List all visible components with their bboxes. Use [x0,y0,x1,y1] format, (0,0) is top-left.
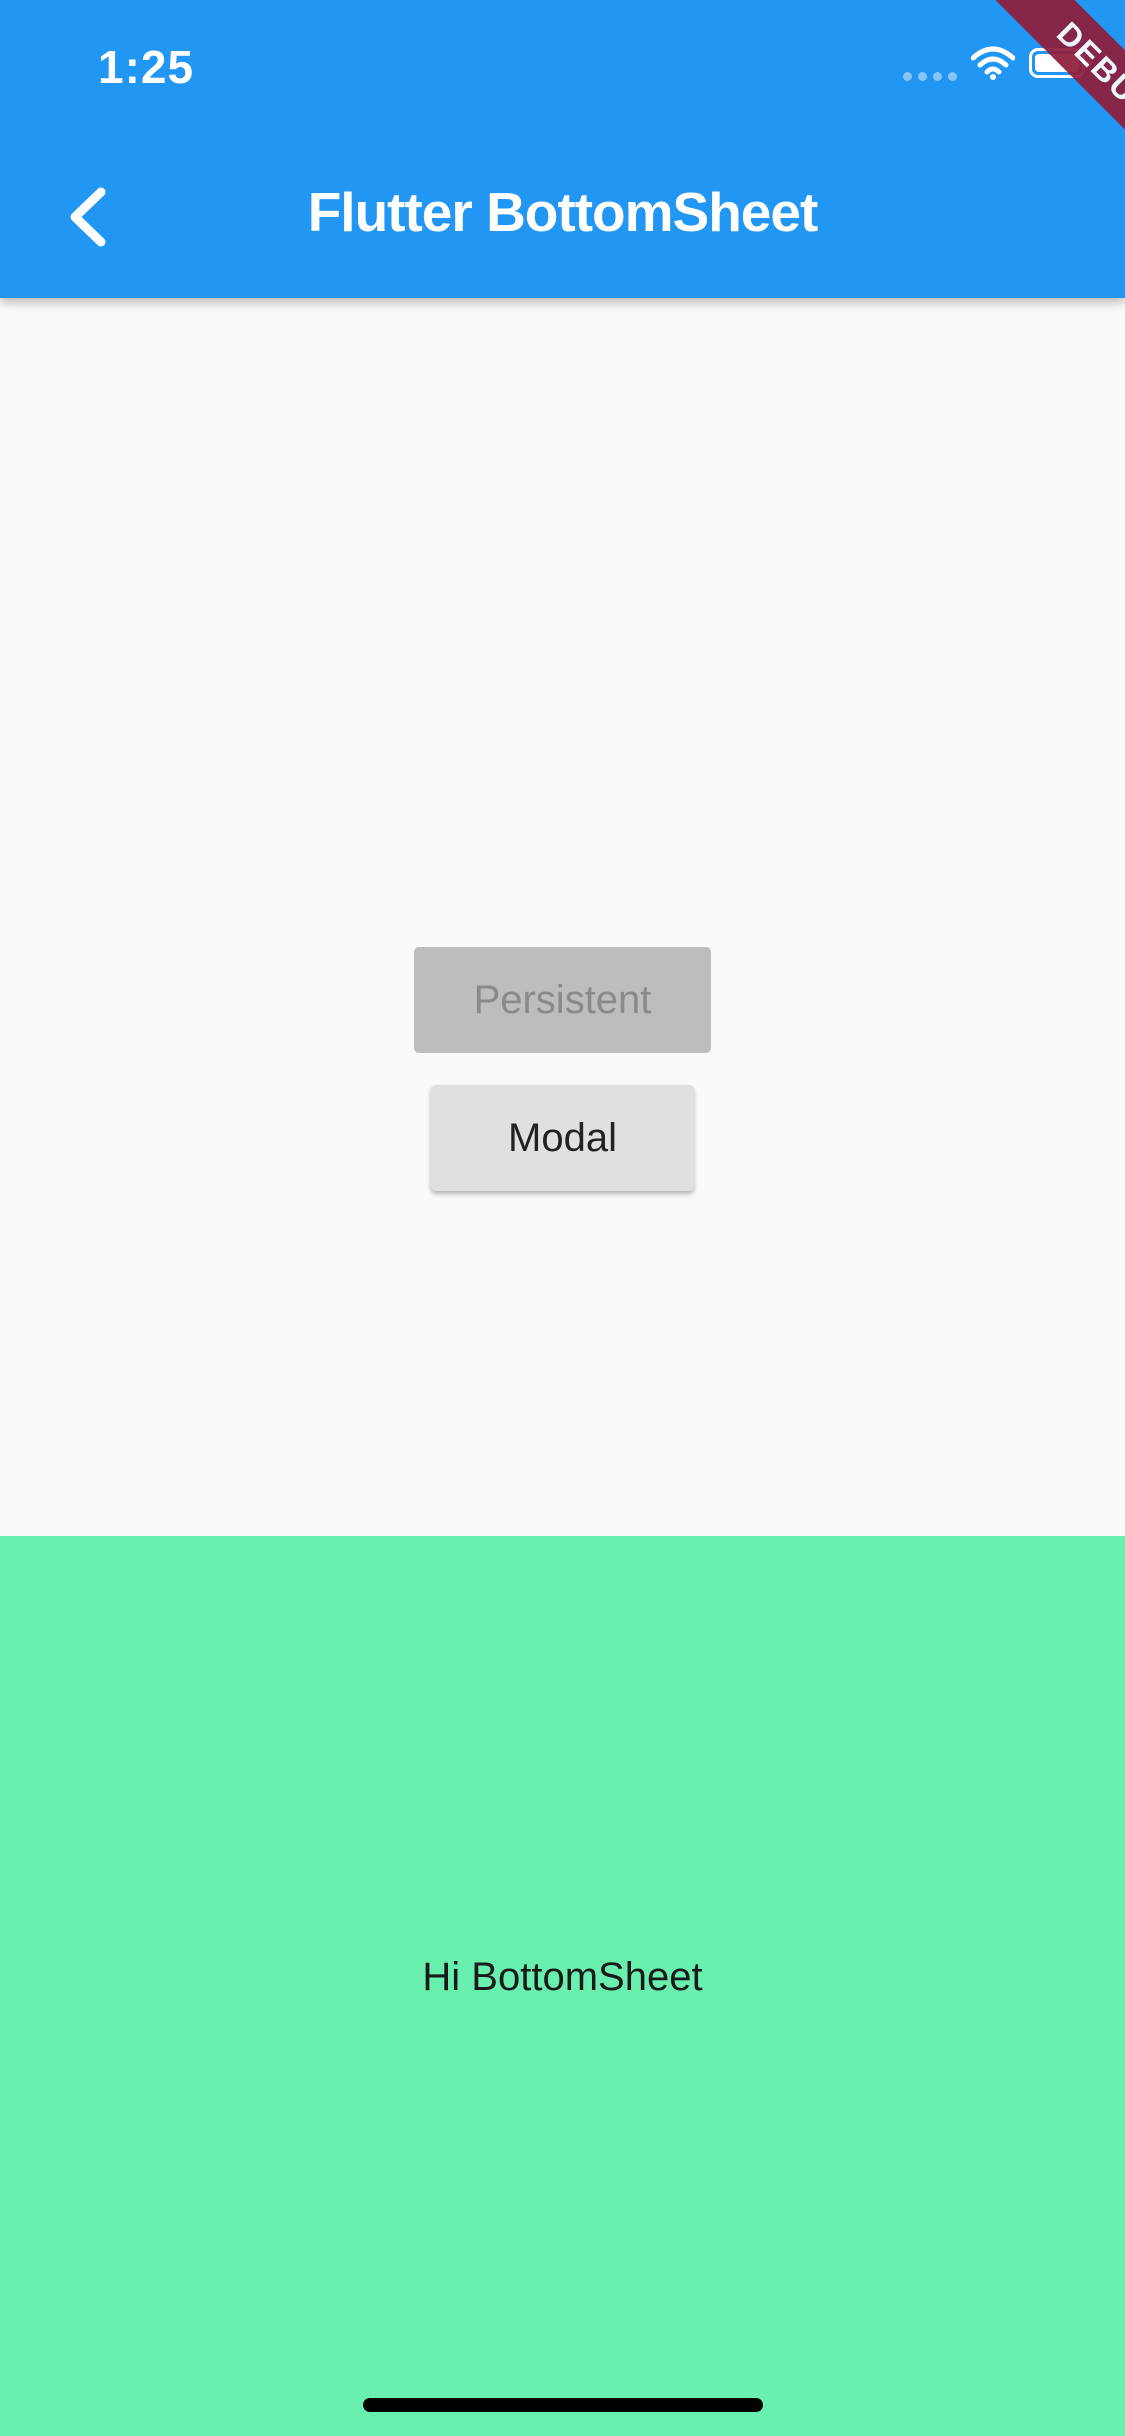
page-body [0,298,1125,1536]
page-title: Flutter BottomSheet [307,181,819,243]
bottom-sheet-text: Hi BottomSheet [422,1955,703,1999]
home-indicator[interactable] [363,2398,763,2412]
status-icons [903,44,1091,81]
wifi-icon [971,46,1015,80]
battery-icon [1029,47,1091,78]
modal-button[interactable]: Modal [431,1085,694,1191]
signal-dots-icon [903,44,957,81]
app-bar: 1:25 Flutter BottomSheet [0,0,1125,298]
persistent-button[interactable]: Persistent [414,947,711,1053]
bottom-sheet: Hi BottomSheet [0,1536,1125,2436]
status-time: 1:25 [98,41,195,93]
